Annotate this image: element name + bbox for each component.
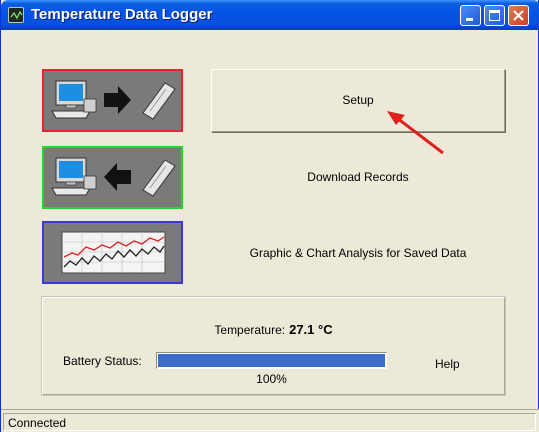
battery-status-label: Battery Status: [63,354,142,368]
maximize-button[interactable] [484,5,505,26]
status-bar: Connected [1,409,539,432]
battery-progress-fill [158,354,385,367]
temperature-row: Temperature: 27.1 °C [43,322,504,337]
download-icon-button[interactable] [42,146,183,209]
connection-status: Connected [8,416,67,430]
close-button[interactable] [508,5,529,26]
computer-to-device-icon [51,80,176,120]
setup-button[interactable]: Setup [211,69,505,132]
graph-icon-button[interactable] [42,221,183,284]
download-records-label: Download Records [307,170,409,184]
close-icon [513,10,524,21]
status-panel: Temperature: 27.1 °C Battery Status: 100%… [41,296,506,396]
minimize-button[interactable] [460,5,481,26]
status-bar-pane: Connected [3,413,536,431]
window-title: Temperature Data Logger [31,6,213,23]
temperature-value: 27.1 °C [289,322,333,337]
graph-analysis-button[interactable]: Graphic & Chart Analysis for Saved Data [211,221,505,284]
setup-icon-button[interactable] [42,69,183,132]
title-bar[interactable]: Temperature Data Logger [1,0,539,30]
temperature-label: Temperature: [214,323,286,337]
minimize-icon [466,18,473,21]
battery-percent: 100% [256,372,287,386]
device-to-computer-icon [51,157,176,197]
app-window: Temperature Data Logger Setup Download R… [0,0,539,432]
download-records-button[interactable]: Download Records [211,146,505,209]
chart-icon [61,231,166,274]
battery-progress-bar [156,352,387,369]
app-icon [8,7,24,23]
help-button[interactable]: Help [435,357,460,371]
graph-analysis-label: Graphic & Chart Analysis for Saved Data [249,246,467,260]
maximize-icon [489,10,500,21]
setup-button-label: Setup [342,93,374,107]
